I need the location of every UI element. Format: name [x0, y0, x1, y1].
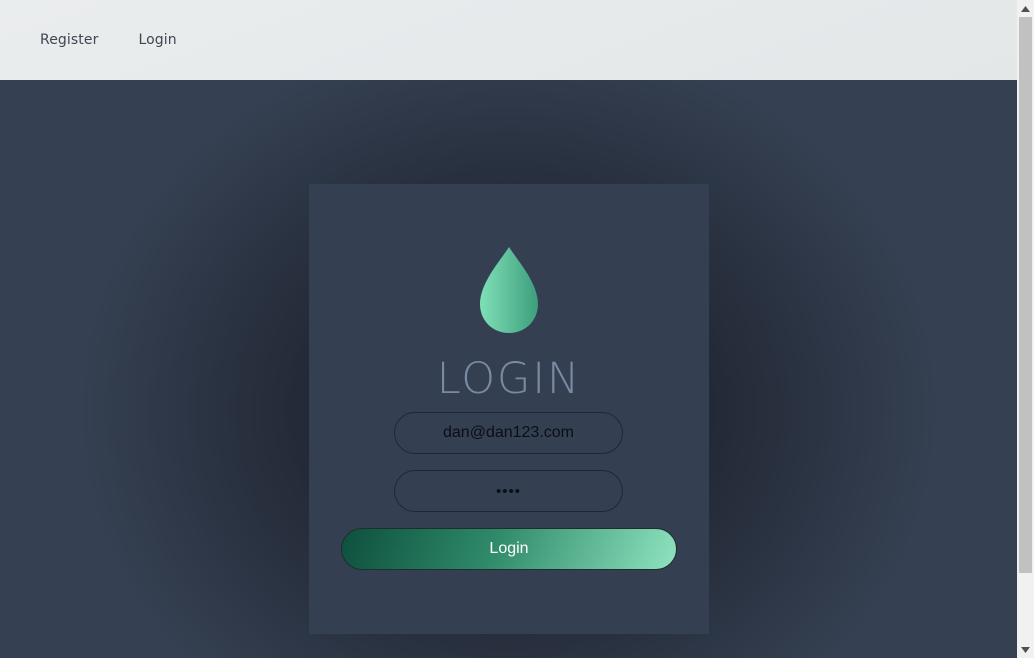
page-viewport: Register Login LOGIN Login: [0, 0, 1017, 658]
vertical-scrollbar[interactable]: [1017, 0, 1034, 658]
nav-link-login[interactable]: Login: [138, 32, 176, 48]
water-drop-icon: [480, 247, 538, 333]
password-field[interactable]: [394, 470, 623, 512]
scrollbar-thumb[interactable]: [1019, 17, 1032, 573]
login-button[interactable]: Login: [341, 528, 677, 570]
login-card: LOGIN Login: [309, 184, 709, 634]
top-navbar: Register Login: [0, 0, 1017, 80]
scroll-down-arrow-icon[interactable]: [1017, 641, 1034, 658]
scroll-up-arrow-icon[interactable]: [1017, 0, 1034, 17]
email-field[interactable]: [394, 412, 623, 454]
login-title: LOGIN: [436, 354, 582, 404]
nav-link-register[interactable]: Register: [40, 32, 98, 48]
